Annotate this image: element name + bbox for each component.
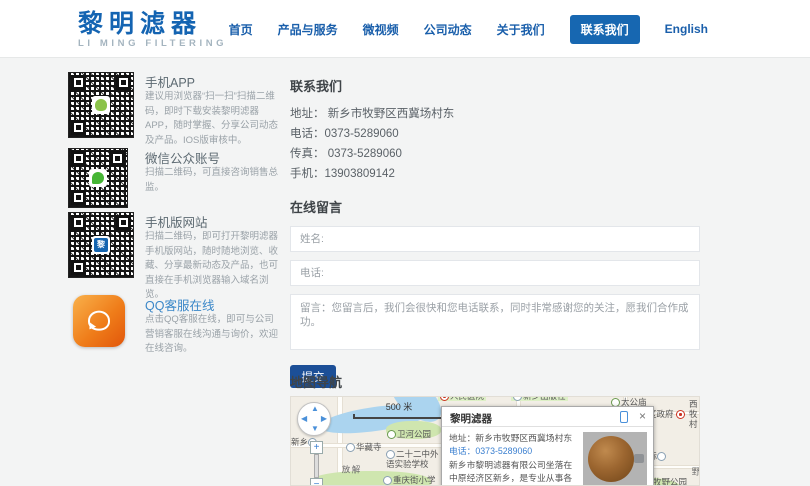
sidebar-item-wechat: 微信公众账号 扫描二维码，可直接咨询销售总监。 — [68, 148, 280, 208]
qq-service-icon[interactable] — [73, 295, 125, 347]
phone-input[interactable] — [290, 260, 700, 286]
wechat-title: 微信公众账号 — [145, 148, 220, 167]
pan-up-icon[interactable]: ▲ — [311, 405, 319, 413]
nav-products[interactable]: 产品与服务 — [278, 21, 338, 38]
contact-mobile: 手机：13903809142 — [290, 164, 700, 184]
qr-finder-icon — [110, 151, 125, 166]
bank-icon — [657, 452, 666, 461]
nav-home[interactable]: 首页 — [229, 21, 253, 38]
park-icon — [387, 430, 396, 439]
product-clip — [634, 454, 644, 463]
message-form-heading: 在线留言 — [290, 197, 700, 216]
popup-description: 新乡市黎明滤器有限公司坐落在中原经济区新乡，是专业从事各类过滤器、滤芯、滤材等产… — [449, 459, 577, 486]
qr-finder-icon — [71, 151, 86, 166]
product-photo — [583, 432, 647, 486]
qr-finder-icon — [71, 190, 86, 205]
zoom-track[interactable] — [314, 454, 319, 478]
map-zoom-slider[interactable]: + − — [310, 441, 323, 486]
map-scale: 500 米 — [353, 400, 445, 419]
mobile-site-qr-code: 黎 — [68, 212, 134, 278]
poi-icon — [513, 396, 522, 401]
wechat-icon — [89, 169, 107, 187]
nav-about[interactable]: 关于我们 — [497, 21, 545, 38]
logo-title: 黎明滤器 — [78, 11, 227, 37]
school-icon — [386, 450, 395, 459]
app-title: 手机APP — [145, 72, 195, 91]
qr-finder-icon — [71, 120, 86, 135]
qq-service-desc: 点击QQ客服在线，即可与公司营销客服在线沟通与询价，欢迎在线咨询。 — [145, 313, 280, 357]
map-pan-control[interactable]: ▲ ▼ ◀ ▶ — [297, 402, 331, 436]
contact-fax: 传真： 0373-5289060 — [290, 144, 700, 164]
sidebar-item-app: 手机APP 建议用浏览器“扫一扫”扫描二维码，即时下载安装黎明滤器APP，随时掌… — [68, 72, 280, 138]
map-label-jiefang-road: 解放 — [341, 465, 361, 485]
contact-section: 联系我们 地址： 新乡市牧野区西冀场村东 电话：0373-5289060 传真：… — [290, 76, 700, 184]
map-label-ximucun: 西牧村 — [689, 399, 699, 429]
pan-down-icon[interactable]: ▼ — [311, 425, 319, 433]
liming-logo-icon: 黎 — [92, 236, 110, 254]
pan-left-icon[interactable]: ◀ — [301, 415, 307, 423]
zoom-out-button[interactable]: − — [310, 478, 323, 486]
contact-heading: 联系我们 — [290, 76, 700, 95]
map-scale-label: 500 米 — [353, 400, 445, 413]
close-icon[interactable]: × — [639, 409, 646, 423]
qr-finder-icon — [116, 215, 131, 230]
popup-titlebar: 黎明滤器 × — [442, 407, 653, 427]
map-info-popup: 黎明滤器 × 地址：新乡市牧野区西冀场村东 电话：0373-5289060 新乡… — [441, 406, 654, 486]
map-heading: 地图导航 — [290, 372, 700, 391]
popup-body: 地址：新乡市牧野区西冀场村东 电话：0373-5289060 新乡市黎明滤器有限… — [442, 427, 653, 486]
popup-phone-number[interactable]: 电话：0373-5289060 — [449, 445, 577, 458]
qr-finder-icon — [71, 75, 86, 90]
chat-bubble-icon — [88, 311, 110, 331]
app-desc: 建议用浏览器“扫一扫”扫描二维码，即时下载安装黎明滤器APP，随时掌握、分享公司… — [145, 90, 280, 148]
popup-address: 地址：新乡市牧野区西冀场村东 — [449, 432, 577, 445]
map-label-muye-river: 牧野 — [691, 467, 700, 485]
mobile-phone-icon[interactable] — [620, 411, 628, 423]
nav-contact-active[interactable]: 联系我们 — [570, 15, 640, 44]
map-canvas[interactable]: ▲ ▼ ◀ ▶ + − 500 米 人民医院 新乡出版社 卫河公园 华藏寺 二十… — [290, 396, 700, 486]
message-form-section: 在线留言 提交 — [290, 197, 700, 388]
map-scale-bar — [353, 414, 445, 419]
qr-finder-icon — [116, 75, 131, 90]
map-label-weihe-park: 卫河公园 — [387, 429, 431, 439]
app-qr-code — [68, 72, 134, 138]
name-input[interactable] — [290, 226, 700, 252]
poi-icon — [346, 443, 355, 452]
qr-finder-icon — [71, 260, 86, 275]
nav-video[interactable]: 微视频 — [363, 21, 399, 38]
map-label-huazang: 华藏寺 — [346, 442, 382, 452]
map-label-chongqing-school: 重庆街小学 — [383, 475, 436, 485]
qr-finder-icon — [71, 215, 86, 230]
filter-product-image — [588, 436, 634, 482]
sidebar-item-qq: QQ客服在线 点击QQ客服在线，即可与公司营销客服在线沟通与询价，欢迎在线咨询。 — [68, 295, 280, 347]
contact-address: 地址： 新乡市牧野区西冀场村东 — [290, 104, 700, 124]
android-icon — [92, 96, 110, 114]
sidebar-item-mobile-site: 黎 手机版网站 扫描二维码，即可打开黎明滤器手机版网站，随时随地浏览、收藏、分享… — [68, 212, 280, 278]
nav-english[interactable]: English — [665, 22, 708, 36]
wechat-qr-code — [68, 148, 128, 208]
logo-subtitle: LI MING FILTERING — [78, 38, 227, 49]
zoom-in-button[interactable]: + — [310, 441, 323, 454]
mobile-site-desc: 扫描二维码，即可打开黎明滤器手机版网站，随时随地浏览、收藏、分享最新动态及产品，… — [145, 230, 280, 303]
wechat-desc: 扫描二维码，可直接咨询销售总监。 — [145, 166, 280, 195]
map-heading-wrap: 地图导航 — [290, 372, 700, 391]
map-label: 人民医院 — [438, 396, 486, 401]
popup-title: 黎明滤器 — [450, 411, 492, 426]
qq-service-link[interactable]: QQ客服在线 — [145, 295, 214, 314]
main-nav: 首页 产品与服务 微视频 公司动态 关于我们 联系我们 English — [229, 0, 708, 58]
logo[interactable]: 黎明滤器 LI MING FILTERING — [78, 11, 227, 49]
nav-news[interactable]: 公司动态 — [424, 21, 472, 38]
map-label-school: 二十二中外 语实验学校 — [386, 449, 439, 469]
mobile-site-title: 手机版网站 — [145, 212, 208, 231]
message-textarea[interactable] — [290, 294, 700, 350]
contact-phone: 电话：0373-5289060 — [290, 124, 700, 144]
header: 黎明滤器 LI MING FILTERING 首页 产品与服务 微视频 公司动态… — [0, 0, 810, 58]
gov-marker-icon — [676, 410, 685, 419]
pan-right-icon[interactable]: ▶ — [321, 415, 327, 423]
map-label: 新乡出版社 — [511, 396, 568, 401]
school-icon — [383, 476, 392, 485]
